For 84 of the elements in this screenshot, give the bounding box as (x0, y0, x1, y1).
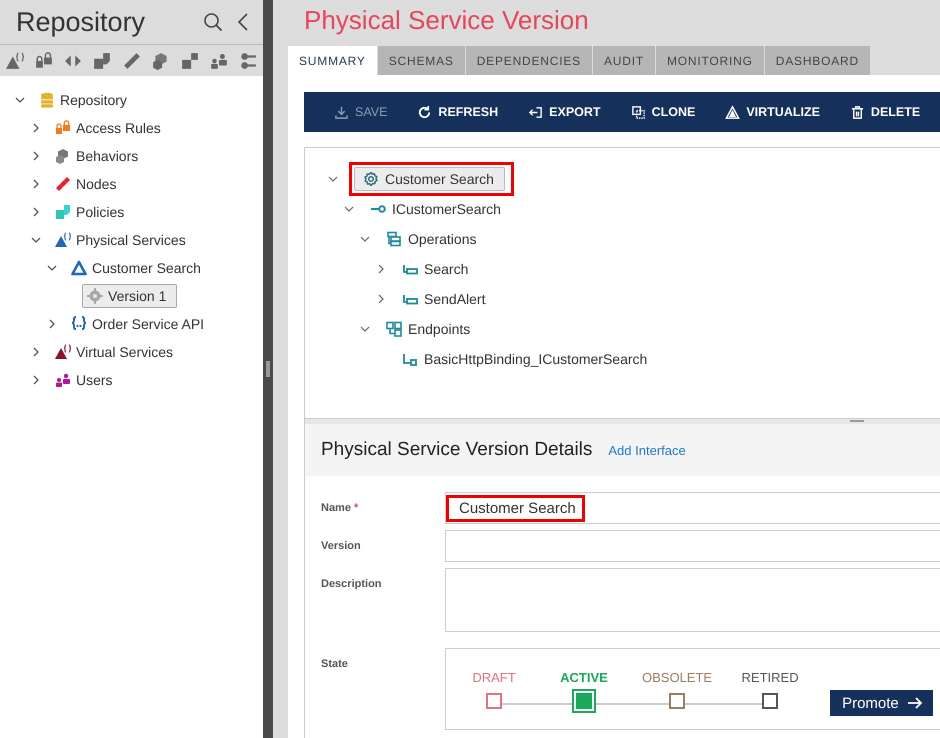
padlocks-icon (55, 120, 71, 136)
state-label: OBSOLETE (642, 670, 712, 684)
triangle-icon (71, 260, 87, 276)
users-icon (55, 372, 71, 388)
users-icon[interactable] (210, 52, 228, 70)
refresh-icon (417, 104, 432, 120)
tab[interactable]: SUMMARY (288, 46, 377, 75)
gear-icon (363, 171, 379, 187)
page-title: Physical Service Version (304, 5, 590, 37)
splitter-handle[interactable] (266, 361, 270, 377)
tree-boxes-icon (386, 321, 402, 337)
tree-node[interactable]: BasicHttpBinding_ICustomerSearch (400, 351, 650, 367)
tree-item[interactable]: Access Rules (50, 117, 166, 139)
state-marker[interactable] (486, 692, 502, 708)
field-value: Customer Search (459, 500, 576, 516)
tree-item[interactable]: Virtual Services (50, 341, 178, 363)
arrow-right-icon (906, 695, 923, 711)
tree-node[interactable]: Operations (384, 231, 478, 247)
state-marker[interactable] (762, 692, 778, 708)
tab[interactable]: SCHEMAS (378, 46, 465, 75)
tree-node[interactable]: ICustomerSearch (368, 201, 503, 217)
field-label: Description (321, 578, 382, 590)
field-label: State (321, 657, 349, 672)
tree-item[interactable]: Physical Services (50, 229, 191, 251)
required-mark: * (354, 502, 358, 514)
promote-button[interactable]: Promote (830, 690, 933, 716)
toolbar-button[interactable]: CLONE (620, 96, 716, 128)
splitter-handle[interactable] (850, 420, 864, 422)
tree-node[interactable]: Customer Search (354, 167, 505, 191)
gear-icon (87, 288, 103, 304)
padlocks-icon[interactable] (35, 52, 54, 70)
input-field[interactable] (445, 568, 940, 632)
squares-icon[interactable] (180, 52, 199, 70)
tree-item[interactable]: Customer Search (66, 257, 206, 279)
toolbar-button[interactable]: REFRESH (407, 96, 518, 128)
tab[interactable]: MONITORING (656, 46, 764, 75)
tree-item[interactable]: Nodes (50, 173, 122, 195)
tree-item[interactable]: Users (50, 369, 118, 391)
braces-icon (71, 316, 87, 332)
triangle-icon (725, 104, 740, 120)
trash-icon (850, 104, 865, 120)
field-label: Version (321, 540, 361, 552)
triangle-braces-icon (55, 232, 71, 248)
database-icon (39, 92, 55, 108)
toolbar-button[interactable]: EXPORT (518, 96, 621, 128)
tree-node[interactable]: Search (400, 261, 470, 277)
diamond-icon[interactable] (122, 52, 140, 70)
tree-item[interactable]: Version 1 (82, 284, 178, 308)
state-marker[interactable] (669, 692, 686, 708)
tree-node[interactable]: Endpoints (384, 321, 472, 337)
policy-shapes-icon[interactable] (93, 52, 112, 70)
toolbar-button[interactable]: VIRTUALIZE (715, 96, 840, 128)
input-field[interactable] (445, 530, 940, 562)
triangle-braces-icon[interactable] (6, 52, 24, 70)
state-label: RETIRED (742, 670, 799, 684)
search-icon[interactable] (203, 12, 223, 32)
export-icon (528, 104, 544, 120)
state-label: ACTIVE (560, 670, 608, 684)
toolbar-button[interactable]: DELETE (840, 96, 940, 128)
state-marker[interactable] (572, 688, 596, 712)
collapse-icon[interactable] (237, 12, 249, 32)
policy-shapes-icon (55, 204, 71, 220)
hexagons-icon (55, 148, 71, 164)
tab[interactable]: DASHBOARD (764, 46, 870, 75)
tree-item[interactable]: Behaviors (50, 145, 144, 167)
input-field[interactable]: Customer Search (445, 492, 940, 524)
add-interface-link[interactable]: Add Interface (608, 442, 686, 458)
tree-item[interactable]: Policies (50, 201, 130, 223)
keys-icon[interactable] (239, 52, 257, 70)
tab[interactable]: AUDIT (592, 46, 655, 75)
download-icon (334, 104, 349, 120)
diamond-icon (55, 176, 71, 192)
tree-item[interactable]: Order Service API (66, 313, 210, 335)
stacked-boxes-icon (386, 231, 402, 247)
sidebar-title: Repository (16, 6, 146, 38)
tree-item[interactable]: Repository (34, 89, 132, 111)
section-title: Physical Service Version Details (321, 439, 592, 461)
endpoint-icon (402, 351, 418, 367)
tree-node[interactable]: SendAlert (400, 291, 488, 307)
state-label: DRAFT (472, 670, 516, 684)
clone-icon (630, 104, 646, 120)
triangle-braces-icon (55, 344, 71, 360)
field-label: Name (321, 502, 351, 514)
tab[interactable]: DEPENDENCIES (466, 46, 592, 75)
